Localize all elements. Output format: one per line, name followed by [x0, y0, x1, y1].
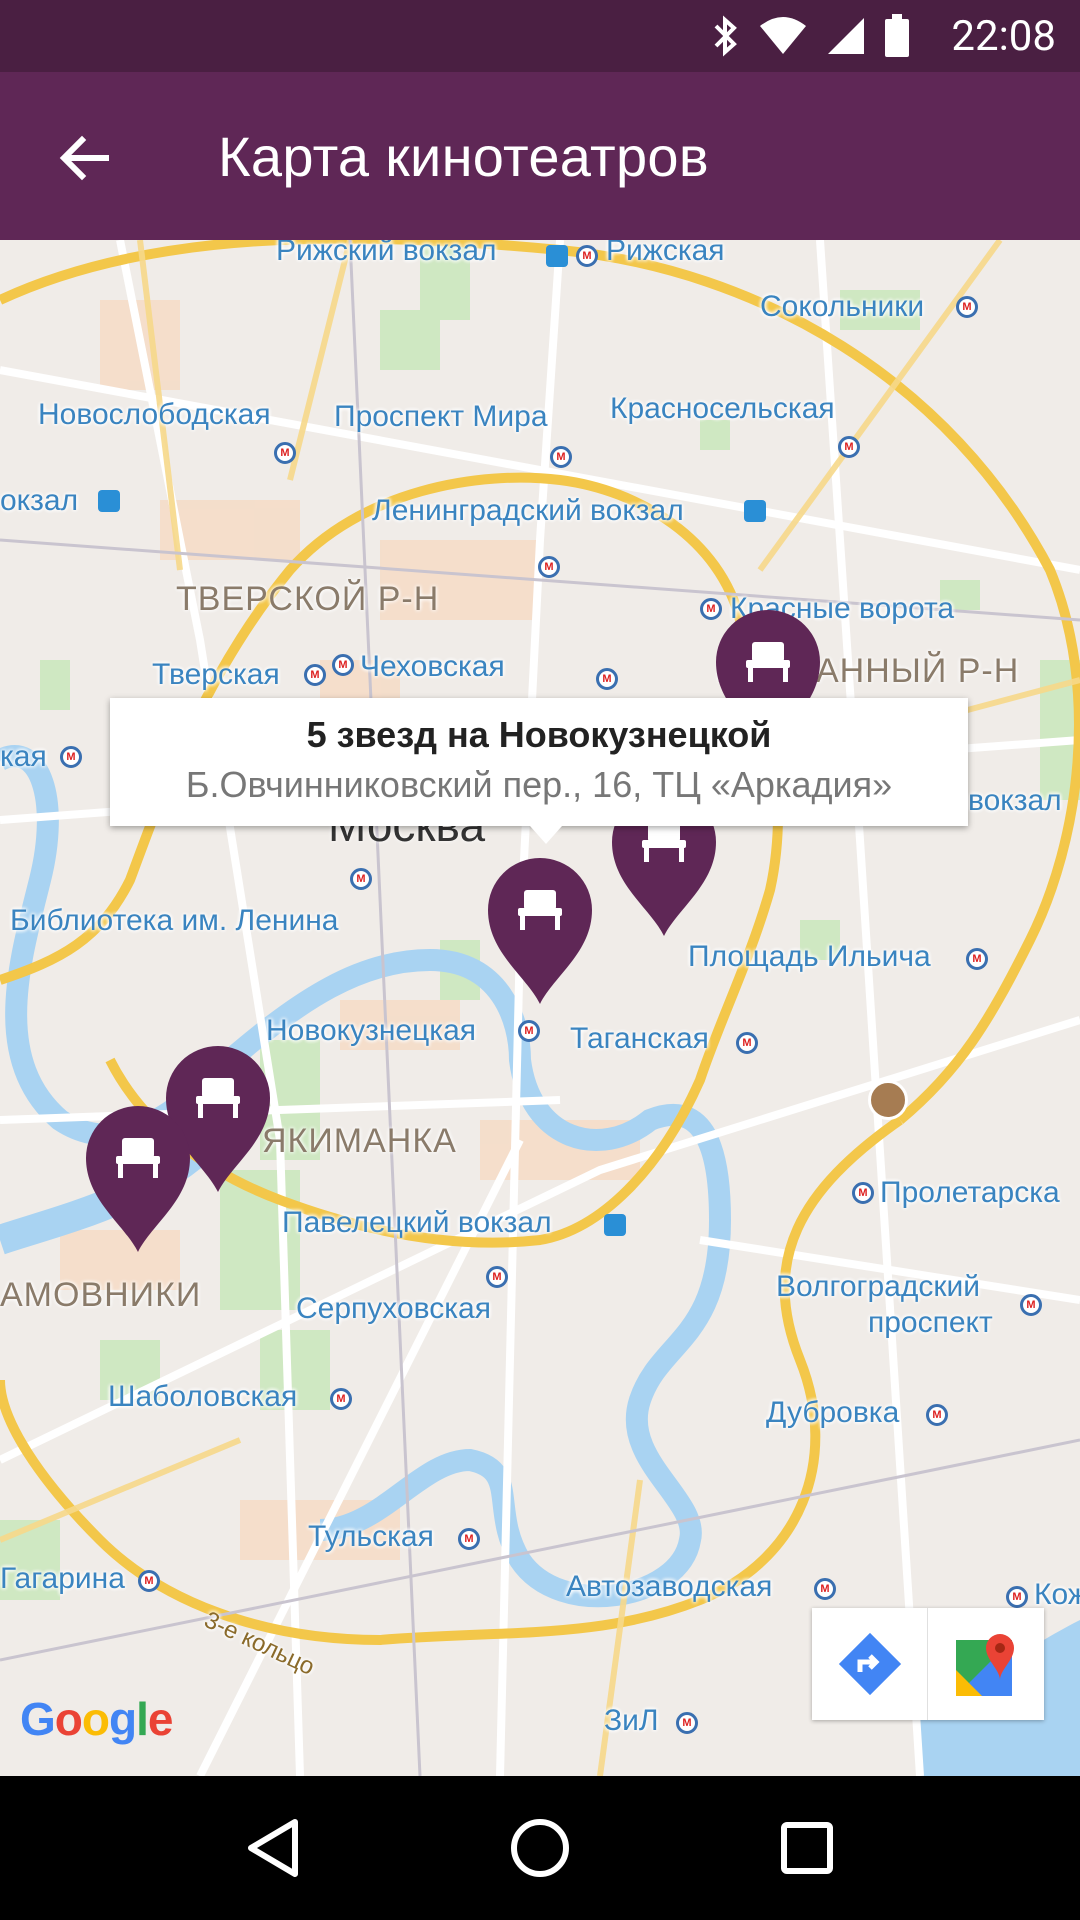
metro-icon: M	[538, 556, 560, 578]
map-label: окзал	[0, 484, 79, 517]
map-label: Проспект Мира	[334, 400, 548, 433]
map-label: Площадь Ильича	[688, 940, 931, 973]
metro-icon: M	[274, 442, 296, 464]
district-label: ТВЕРСКОЙ Р-Н	[176, 580, 440, 618]
map-label: Библиотека им. Ленина	[10, 904, 339, 937]
arrow-back-icon	[59, 135, 109, 181]
metro-icon: M	[518, 1020, 540, 1042]
map-label: Новослободская	[38, 398, 271, 431]
bluetooth-icon	[714, 15, 737, 57]
status-bar: 22:08	[0, 0, 1080, 72]
metro-icon: M	[1020, 1294, 1042, 1316]
metro-icon: M	[350, 868, 372, 890]
metro-icon: M	[330, 1388, 352, 1410]
metro-icon: M	[60, 746, 82, 768]
metro-icon: M	[956, 296, 978, 318]
map-label: Рижская	[606, 240, 725, 267]
cinema-marker[interactable]	[84, 1104, 192, 1254]
map-label: Ленинградский вокзал	[372, 494, 684, 527]
train-station-icon	[604, 1214, 626, 1236]
map-label: Гагарина	[0, 1562, 125, 1595]
map-label: Рижский вокзал	[276, 240, 497, 267]
info-window-address: Б.Овчинниковский пер., 16, ТЦ «Аркадия»	[185, 764, 893, 805]
map-label: Пролетарска	[880, 1176, 1060, 1209]
map-label: Чеховская	[360, 650, 505, 683]
directions-icon	[838, 1632, 901, 1696]
metro-icon: M	[486, 1266, 508, 1288]
map-label: проспект	[868, 1306, 993, 1339]
map-label: Дубровка	[766, 1396, 900, 1429]
page-title: Карта кинотеатров	[218, 125, 709, 188]
cellular-signal-icon	[828, 18, 864, 54]
map-label: ЗиЛ	[604, 1704, 659, 1737]
info-window-title: 5 звезд на Новокузнецкой	[306, 714, 772, 755]
nav-recents-button[interactable]	[762, 1803, 852, 1893]
landmark-icon	[868, 1080, 908, 1120]
nav-home-button[interactable]	[495, 1803, 585, 1893]
map-label: Таганская	[570, 1022, 709, 1055]
map-label: Шаболовская	[108, 1380, 298, 1413]
metro-icon: M	[304, 664, 326, 686]
map-label: Павелецкий вокзал	[282, 1206, 552, 1239]
train-station-icon	[546, 245, 568, 267]
map-label: вокзал	[968, 784, 1062, 817]
map-label: Тульская	[308, 1520, 434, 1553]
circle-home-icon	[510, 1819, 569, 1877]
map-view[interactable]: Рижский вокзал M Рижская Сокольники M Но…	[0, 240, 1080, 1776]
app-bar: Карта кинотеатров	[0, 72, 1080, 240]
district-label: АМОВНИКИ	[0, 1276, 202, 1314]
battery-icon	[885, 14, 909, 57]
map-label: Тверская	[152, 658, 280, 691]
nav-back-button[interactable]	[228, 1803, 318, 1893]
back-button[interactable]	[48, 122, 120, 194]
metro-icon: M	[814, 1578, 836, 1600]
directions-button[interactable]	[812, 1608, 928, 1720]
metro-icon: M	[966, 948, 988, 970]
train-station-icon	[98, 490, 120, 512]
train-station-icon	[744, 500, 766, 522]
metro-icon: M	[332, 654, 354, 676]
wifi-icon	[760, 17, 806, 54]
triangle-back-icon	[248, 1819, 299, 1877]
square-recents-icon	[780, 1822, 833, 1874]
map-label: Новокузнецкая	[266, 1014, 476, 1047]
metro-icon: M	[926, 1404, 948, 1426]
metro-icon: M	[550, 446, 572, 468]
map-base	[0, 240, 1080, 1776]
map-label: Красносельская	[610, 392, 835, 425]
map-label: Серпуховская	[296, 1292, 491, 1325]
navigation-bar	[0, 1776, 1080, 1920]
metro-icon: M	[596, 668, 618, 690]
status-time: 22:08	[951, 12, 1056, 61]
metro-icon: M	[458, 1528, 480, 1550]
metro-icon: M	[138, 1570, 160, 1592]
info-window[interactable]: 5 звезд на Новокузнецкой Б.Овчинниковски…	[110, 698, 968, 844]
metro-icon: M	[676, 1712, 698, 1734]
metro-icon: M	[1006, 1586, 1028, 1608]
map-label: Автозаводская	[566, 1570, 773, 1603]
metro-icon: M	[852, 1182, 874, 1204]
map-label: Сокольники	[760, 290, 925, 323]
metro-icon: M	[838, 436, 860, 458]
metro-icon: M	[736, 1032, 758, 1054]
open-google-maps-button[interactable]	[928, 1608, 1044, 1720]
map-label: Волгоградский	[776, 1270, 980, 1303]
google-logo: Google	[20, 1693, 173, 1745]
map-label: Кож	[1034, 1578, 1080, 1611]
district-label: ЯКИМАНКА	[262, 1122, 457, 1160]
metro-icon: M	[576, 245, 598, 267]
status-icons	[710, 14, 910, 58]
google-maps-icon	[956, 1634, 1014, 1696]
map-toolbar	[812, 1608, 1044, 1720]
cinema-marker-selected[interactable]	[486, 856, 594, 1006]
map-label: кая	[0, 740, 47, 773]
